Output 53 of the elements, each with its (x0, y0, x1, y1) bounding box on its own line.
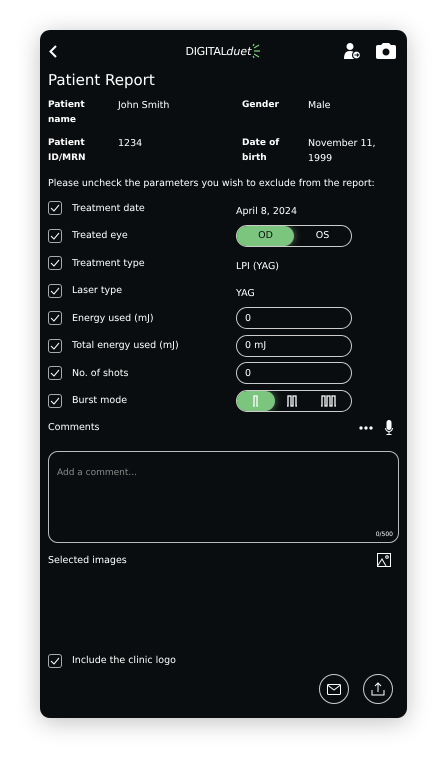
checkbox[interactable] (48, 366, 62, 380)
field-label: Gender (242, 99, 280, 112)
back-icon[interactable] (49, 44, 57, 58)
share-button[interactable] (363, 674, 393, 704)
parameter-label: Laser type (72, 285, 124, 296)
camera-icon[interactable] (375, 42, 397, 60)
parameter-value: April 8, 2024 (236, 206, 297, 217)
envelope-icon (327, 684, 341, 694)
app-logo: DIGITALduet (186, 43, 262, 59)
field-value: 1234 (118, 137, 144, 151)
field-label: Patient name (48, 99, 86, 127)
pulse-icon (253, 394, 259, 407)
images-label: Selected images (48, 554, 127, 566)
field-value: Male (308, 99, 332, 113)
eye-toggle[interactable]: OD OS (236, 224, 352, 247)
input-field[interactable]: 0 (236, 362, 352, 384)
segment-option[interactable]: OS (294, 226, 351, 246)
checkbox-label: Include the clinic logo (72, 655, 177, 666)
parameter-label: Treated eye (72, 230, 129, 242)
segment-option[interactable]: OD (237, 226, 294, 246)
field-value: John Smith (118, 99, 170, 113)
field-label: Patient ID/MRN (48, 137, 87, 165)
parameter-label: Energy used (mJ) (72, 312, 155, 324)
input-field[interactable]: 0 mJ (236, 334, 352, 357)
more-icon[interactable] (359, 426, 373, 430)
checkbox[interactable] (48, 311, 62, 326)
parameter-value: YAG (236, 288, 255, 300)
upload-icon (371, 682, 385, 696)
burst-toggle[interactable] (236, 390, 352, 412)
field-value: November 11, 1999 (308, 137, 377, 166)
parameter-value: LPI (YAG) (236, 260, 280, 272)
checkbox[interactable] (48, 654, 62, 668)
pulse-option[interactable] (237, 390, 275, 411)
user-transfer-icon[interactable] (343, 42, 361, 60)
parameter-label: Total energy used (mJ) (72, 340, 180, 352)
email-button[interactable] (319, 674, 349, 704)
checkbox[interactable] (48, 201, 62, 216)
parameter-label: Treatment date (72, 202, 146, 214)
checkbox[interactable] (48, 256, 62, 270)
parameter-label: Treatment type (72, 258, 146, 269)
input-field[interactable]: 0 (236, 307, 352, 330)
parameter-label: No. of shots (72, 368, 130, 379)
comments-label: Comments (48, 422, 100, 433)
checkbox[interactable] (48, 284, 62, 298)
checkbox[interactable] (48, 394, 62, 408)
microphone-icon[interactable] (385, 420, 393, 435)
image-icon[interactable] (377, 553, 391, 567)
instruction-text: Please uncheck the parameters you wish to exclude from the report: (48, 178, 376, 189)
checkbox[interactable] (48, 338, 62, 353)
field-label: Date of birth (242, 137, 280, 165)
parameter-label: Burst mode (72, 395, 128, 406)
page-title: Patient Report (48, 71, 156, 89)
checkbox[interactable] (48, 228, 62, 243)
